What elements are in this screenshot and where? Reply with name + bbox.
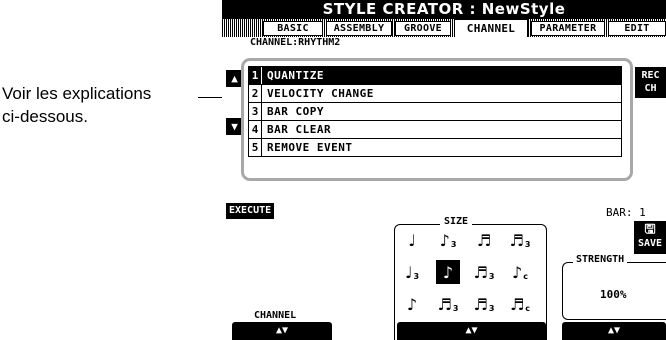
save-button[interactable]: 🖫 SAVE — [634, 221, 666, 254]
menu-item-bar-copy[interactable]: 3 BAR COPY — [249, 103, 621, 121]
note-size-option[interactable]: ♬ 3 — [436, 292, 460, 316]
tab-strip: BASIC ASSEMBLY GROOVE CHANNEL PARAMETER … — [222, 19, 666, 37]
menu-item-quantize[interactable]: 1 QUANTIZE — [249, 67, 621, 85]
note-size-option[interactable]: ♬ — [472, 228, 496, 252]
tab-assembly[interactable]: ASSEMBLY — [326, 21, 392, 36]
note-size-option[interactable]: ♪ — [436, 260, 460, 284]
execute-button[interactable]: EXECUTE — [226, 203, 275, 219]
channel-dial-label: CHANNEL — [254, 310, 297, 321]
strength-title: STRENGTH — [573, 254, 628, 265]
menu-item-label: VELOCITY CHANGE — [267, 87, 374, 100]
menu-item-bar-clear[interactable]: 4 BAR CLEAR — [249, 121, 621, 139]
note-size-option[interactable]: ♬ c — [508, 292, 532, 316]
note-size-option[interactable]: ♬ 3 — [472, 292, 496, 316]
menu-item-label: QUANTIZE — [267, 69, 324, 82]
rec-ch-button[interactable]: REC CH — [635, 67, 666, 98]
menu-item-number: 3 — [249, 103, 262, 120]
tab-channel[interactable]: CHANNEL — [454, 19, 528, 37]
menu-item-number: 4 — [249, 121, 262, 138]
note-size-option[interactable]: ♪ — [400, 292, 424, 316]
size-title: SIZE — [440, 216, 473, 227]
menu-item-velocity-change[interactable]: 2 VELOCITY CHANGE — [249, 85, 621, 103]
edit-menu-list: 1 QUANTIZE 2 VELOCITY CHANGE 3 BAR COPY … — [248, 66, 622, 157]
strength-dial-button[interactable]: ▲▼ — [562, 322, 666, 340]
callout-text: Voir les explications ci-dessous. — [2, 82, 202, 128]
menu-item-remove-event[interactable]: 5 REMOVE EVENT — [249, 139, 621, 157]
size-dial-button[interactable]: ▲▼ — [397, 322, 546, 340]
note-size-option[interactable]: ♪ 3 — [436, 228, 460, 252]
floppy-disk-icon: 🖫 — [644, 222, 656, 237]
tab-basic[interactable]: BASIC — [263, 21, 323, 36]
note-size-option[interactable]: ♬ 3 — [472, 260, 496, 284]
strength-value: 100% — [600, 288, 627, 301]
tab-parameter[interactable]: PARAMETER — [531, 21, 605, 36]
rec-ch-line-2: CH — [644, 83, 657, 94]
note-size-option[interactable]: ♩ 3 — [400, 260, 424, 284]
menu-item-number: 1 — [249, 67, 262, 84]
menu-item-number: 5 — [249, 139, 262, 156]
menu-item-number: 2 — [249, 85, 262, 102]
menu-item-label: BAR COPY — [267, 105, 324, 118]
menu-item-label: BAR CLEAR — [267, 123, 332, 136]
channel-dial-button[interactable]: ▲▼ — [232, 322, 332, 340]
note-size-option[interactable]: ♬ 3 — [508, 228, 532, 252]
rec-ch-line-1: REC — [641, 70, 660, 81]
screen-title: STYLE CREATOR : NewStyle — [222, 0, 666, 19]
lcd-screen: STYLE CREATOR : NewStyle BASIC ASSEMBLY … — [222, 0, 666, 340]
callout-line-1: Voir les explications — [2, 84, 152, 103]
channel-title: CHANNEL:RHYTHM2 — [250, 37, 341, 47]
menu-item-label: REMOVE EVENT — [267, 141, 353, 154]
tab-edit[interactable]: EDIT — [608, 21, 666, 36]
bar-indicator: BAR: 1 — [606, 206, 646, 219]
note-size-option[interactable]: ♪ c — [508, 260, 532, 284]
note-size-option[interactable]: ♩ — [400, 228, 424, 252]
save-label: SAVE — [637, 238, 663, 249]
tab-groove[interactable]: GROOVE — [395, 21, 451, 36]
callout-line-2: ci-dessous. — [2, 107, 88, 126]
